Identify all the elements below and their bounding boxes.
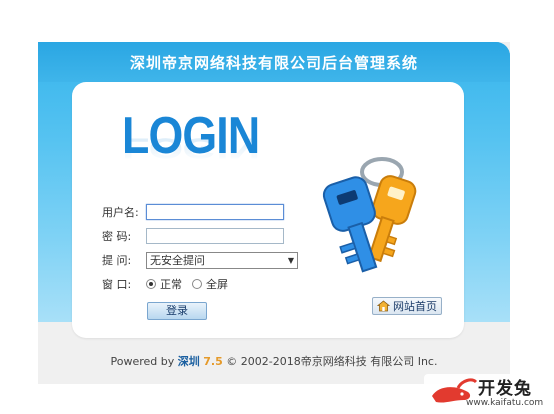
radio-fullscreen[interactable] bbox=[192, 279, 202, 289]
keys-icon bbox=[322, 157, 417, 273]
window-row: 窗 口: 正常 全屏 bbox=[102, 275, 238, 293]
question-label: 提 问: bbox=[102, 254, 132, 267]
radio-normal[interactable] bbox=[146, 279, 156, 289]
window-label: 窗 口: bbox=[102, 278, 132, 291]
footer-brand: 深圳 bbox=[177, 355, 200, 368]
page-title: 深圳帝京网络科技有限公司后台管理系统 bbox=[129, 54, 418, 72]
password-label: 密 码: bbox=[102, 230, 132, 243]
username-label: 用户名: bbox=[102, 206, 139, 219]
window-mode-fullscreen[interactable]: 全屏 bbox=[192, 276, 228, 292]
window-mode-fullscreen-label: 全屏 bbox=[206, 278, 228, 291]
password-row: 密 码: bbox=[102, 227, 284, 245]
username-input[interactable] bbox=[146, 204, 284, 220]
site-home-button[interactable]: 网站首页 bbox=[372, 297, 442, 315]
house-icon bbox=[377, 300, 390, 312]
window-mode-normal[interactable]: 正常 bbox=[146, 276, 182, 292]
security-question-select[interactable]: 无安全提问 ▼ bbox=[146, 251, 298, 269]
watermark-title: 开发兔 bbox=[478, 379, 532, 399]
powered-by-text: Powered by bbox=[110, 355, 175, 368]
window-mode-group: 正常 全屏 bbox=[146, 276, 238, 292]
window-mode-normal-label: 正常 bbox=[160, 278, 182, 291]
username-row: 用户名: bbox=[102, 203, 284, 221]
footer-copyright: © 2002-2018帝京网络科技 有限公司 Inc. bbox=[226, 355, 438, 368]
question-row: 提 问: 无安全提问 ▼ bbox=[102, 251, 298, 269]
footer: Powered by 深圳 7.5 © 2002-2018帝京网络科技 有限公司… bbox=[38, 353, 510, 369]
site-home-label: 网站首页 bbox=[393, 300, 437, 313]
footer-version: 7.5 bbox=[203, 355, 223, 368]
password-input[interactable] bbox=[146, 228, 284, 244]
dropdown-arrow-icon: ▼ bbox=[287, 255, 294, 265]
login-button[interactable]: 登录 bbox=[147, 302, 207, 320]
login-logo-reflection: LOGIN bbox=[122, 131, 260, 164]
watermark-url: www.kaifatu.com bbox=[466, 398, 544, 408]
security-question-value: 无安全提问 bbox=[150, 254, 205, 267]
